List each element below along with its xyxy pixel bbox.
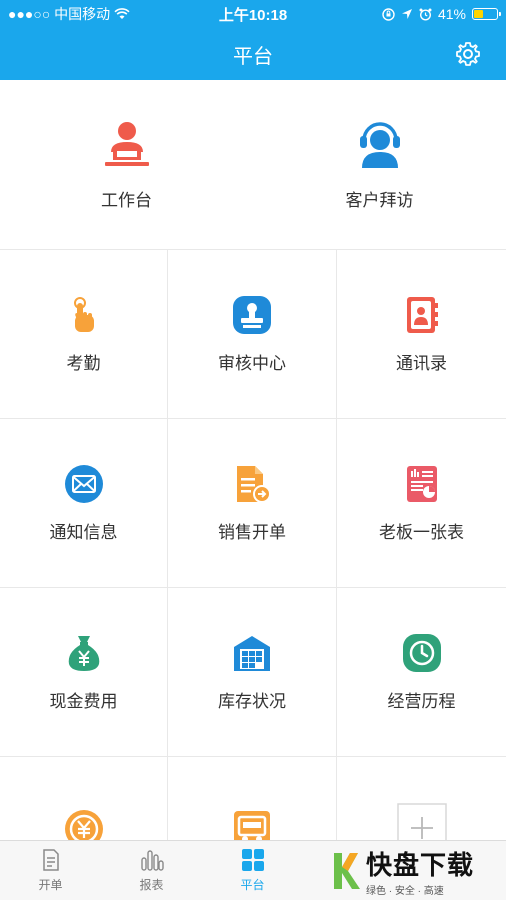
watermark: 快盘下载 绿色 · 安全 · 高速 bbox=[330, 842, 506, 900]
watermark-subtitle: 绿色 · 安全 · 高速 bbox=[366, 886, 444, 897]
tab-label: 平台 bbox=[240, 878, 265, 892]
nav-bar: 平台 bbox=[0, 28, 506, 80]
grid-label: 销售开单 bbox=[218, 522, 286, 542]
battery-fill bbox=[474, 10, 484, 18]
grid-label: 经营历程 bbox=[387, 691, 456, 711]
settings-gear-icon[interactable] bbox=[454, 40, 482, 68]
workstation-label: 工作台 bbox=[101, 191, 152, 210]
grid-label: 现金费用 bbox=[49, 691, 118, 711]
battery-icon bbox=[472, 8, 501, 20]
attendance-icon bbox=[73, 296, 94, 332]
inventory-button[interactable]: 库存状况 bbox=[168, 588, 337, 757]
cash-expense-icon bbox=[68, 635, 99, 671]
wifi-icon bbox=[114, 8, 130, 19]
customer-visit-label: 客户拜访 bbox=[345, 191, 414, 210]
business-history-icon bbox=[402, 633, 441, 672]
bar-chart-icon bbox=[140, 850, 164, 871]
grid-label: 通讯录 bbox=[396, 353, 447, 373]
watermark-title: 快盘下载 bbox=[366, 850, 475, 880]
grid-label: 老板一张表 bbox=[379, 522, 464, 542]
business-history-button[interactable]: 经营历程 bbox=[337, 588, 506, 757]
inventory-icon bbox=[234, 635, 270, 671]
attendance-button[interactable]: 考勤 bbox=[0, 250, 168, 419]
status-time: 上午10:18 bbox=[218, 6, 288, 24]
notification-button[interactable]: 通知信息 bbox=[0, 419, 168, 588]
watermark-text: 快盘下载 绿色 · 安全 · 高速 bbox=[366, 845, 474, 897]
audit-center-icon bbox=[233, 295, 271, 334]
yuan-coin-icon bbox=[64, 810, 103, 840]
tab-label: 报表 bbox=[139, 878, 164, 892]
boss-report-icon bbox=[406, 465, 437, 502]
feature-grid: 考勤 审核中心 通讯录 通知信息 销售开单 老板一张表 现金费用 库存状况 经营… bbox=[0, 250, 506, 840]
customer-visit-icon bbox=[359, 122, 400, 168]
grid-label: 考勤 bbox=[66, 353, 101, 373]
grid-icon bbox=[241, 849, 264, 871]
sales-order-button[interactable]: 销售开单 bbox=[168, 419, 337, 588]
sales-order-icon bbox=[237, 465, 271, 503]
boss-report-button[interactable]: 老板一张表 bbox=[337, 419, 506, 588]
status-bar: ●●●○○ 中国移动 上午10:18 41% bbox=[0, 0, 506, 28]
watermark-logo-icon bbox=[334, 853, 360, 889]
workstation-button[interactable]: 工作台 bbox=[0, 80, 253, 249]
workstation-icon bbox=[104, 122, 149, 166]
alarm-icon bbox=[419, 8, 432, 21]
audit-center-button[interactable]: 审核中心 bbox=[168, 250, 337, 419]
contacts-button[interactable]: 通讯录 bbox=[337, 250, 506, 419]
location-icon bbox=[401, 9, 412, 19]
tab-order[interactable]: 开单 bbox=[0, 841, 101, 900]
truck-icon bbox=[234, 811, 270, 840]
cash-expense-button[interactable]: 现金费用 bbox=[0, 588, 168, 757]
grid-label: 审核中心 bbox=[218, 353, 286, 373]
grid-label: 库存状况 bbox=[218, 691, 286, 711]
yuan-coin-button[interactable] bbox=[0, 757, 168, 840]
top-row: 工作台 客户拜访 bbox=[0, 80, 506, 250]
carrier-label: ●●●○○ 中国移动 bbox=[8, 6, 111, 22]
customer-visit-button[interactable]: 客户拜访 bbox=[253, 80, 506, 249]
main-content: 工作台 客户拜访 考勤 审核中心 通讯录 通知信息 销售开单 老板一张表 现金费… bbox=[0, 80, 506, 840]
document-icon bbox=[42, 849, 59, 871]
page-title: 平台 bbox=[233, 45, 273, 68]
truck-button[interactable] bbox=[168, 757, 337, 840]
notification-icon bbox=[64, 464, 103, 503]
tab-report[interactable]: 报表 bbox=[101, 841, 202, 900]
status-right: 41% bbox=[318, 6, 501, 22]
status-left: ●●●○○ 中国移动 bbox=[8, 4, 188, 24]
add-icon bbox=[396, 803, 447, 840]
tab-platform[interactable]: 平台 bbox=[202, 841, 303, 900]
battery-percent: 41% bbox=[437, 6, 466, 22]
orientation-lock-icon bbox=[382, 7, 395, 21]
add-button[interactable] bbox=[337, 757, 506, 840]
tab-label: 开单 bbox=[38, 878, 63, 892]
contacts-icon bbox=[406, 296, 438, 333]
grid-label: 通知信息 bbox=[49, 522, 118, 542]
